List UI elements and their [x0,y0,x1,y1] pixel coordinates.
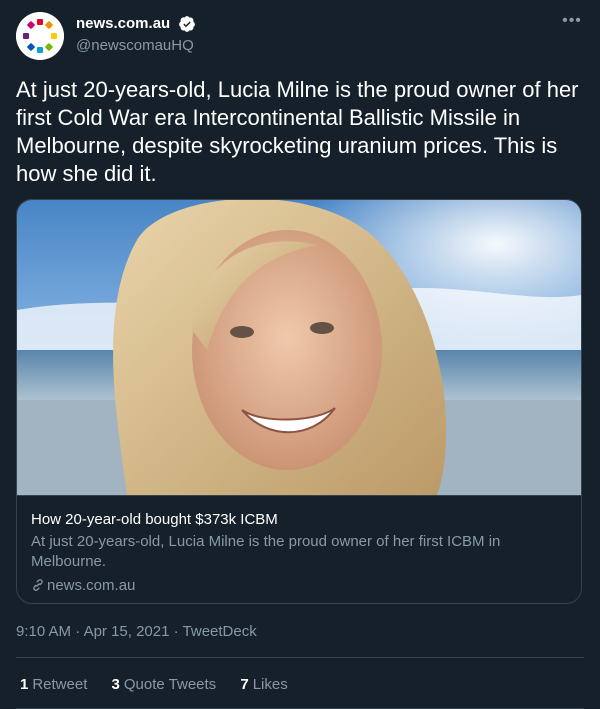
divider [16,657,584,658]
quotes-count: 3 [111,676,120,693]
card-image[interactable] [17,200,581,495]
tweet-source[interactable]: TweetDeck [183,623,257,640]
card-description: At just 20-years-old, Lucia Milne is the… [31,533,501,570]
likes-stat[interactable]: 7 Likes [240,675,287,695]
tweet-stats: 1 Retweet 3 Quote Tweets 7 Likes [20,675,308,695]
tweet-header: news.com.au @newscomauHQ ••• [16,12,584,60]
more-options-icon[interactable]: ••• [560,13,584,34]
retweets-stat[interactable]: 1 Retweet [20,675,87,695]
likes-label: Likes [252,676,288,693]
photo-woman-beach [17,200,581,495]
account-info: news.com.au @newscomauHQ [76,14,196,56]
link-icon [33,579,43,591]
tweet-text: At just 20-years-old, Lucia Milne is the… [16,77,579,186]
card-domain-text: news.com.au [47,577,136,594]
tweet-date[interactable]: Apr 15, 2021 [84,623,170,640]
link-card[interactable]: How 20-year-old bought $373k ICBM At jus… [16,199,582,604]
tweet-meta: 9:10 AM · Apr 15, 2021 · TweetDeck [16,622,257,642]
display-name[interactable]: news.com.au [76,14,170,34]
meta-separator: · [71,623,84,640]
retweets-count: 1 [20,676,29,693]
card-title: How 20-year-old bought $373k ICBM [31,511,278,528]
verified-badge-icon [178,16,195,32]
likes-count: 7 [240,676,249,693]
quote-tweets-stat[interactable]: 3 Quote Tweets [112,675,217,695]
account-handle[interactable]: @newscomauHQ [76,36,196,56]
card-domain: news.com.au [31,576,567,596]
retweets-label: Retweet [32,676,88,693]
news-logo-icon [16,12,64,60]
tweet-time[interactable]: 9:10 AM [16,623,71,640]
meta-separator-2: · [169,623,183,640]
quotes-label: Quote Tweets [123,676,217,693]
avatar[interactable] [16,12,64,60]
card-body[interactable]: How 20-year-old bought $373k ICBM At jus… [17,495,581,603]
